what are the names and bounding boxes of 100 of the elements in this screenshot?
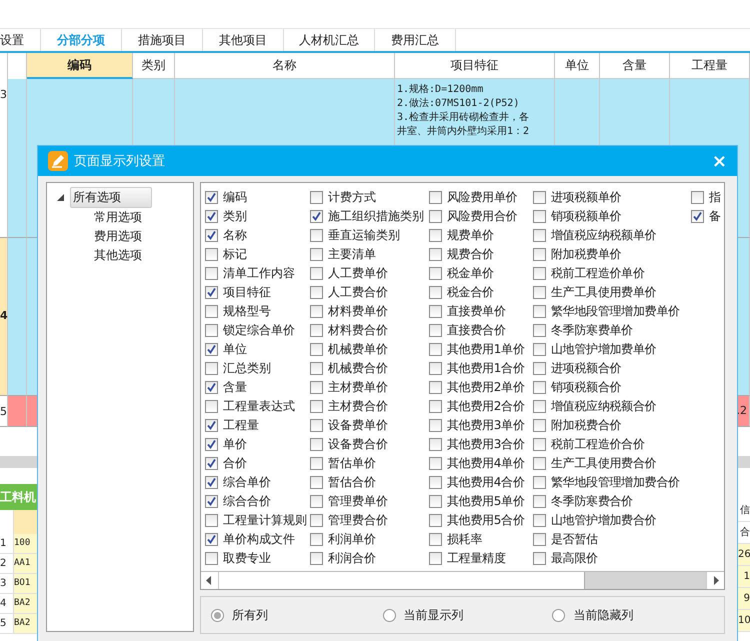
checkbox[interactable] [205,400,218,413]
checkbox[interactable] [533,362,546,375]
checkbox[interactable] [429,438,442,451]
checkbox[interactable] [429,514,442,527]
checkbox[interactable] [205,533,218,546]
option-label: 增值税应纳税额合价 [551,398,656,415]
checkbox[interactable] [533,210,546,223]
checkbox[interactable] [533,438,546,451]
checkbox[interactable] [310,514,323,527]
tree-item[interactable]: 费用选项 [92,229,144,243]
tree-item[interactable]: 其他选项 [92,248,144,262]
checkbox[interactable] [429,552,442,565]
checkbox[interactable] [205,552,218,565]
tab[interactable]: 费用汇总 [375,29,456,51]
checkbox[interactable] [533,286,546,299]
checkbox[interactable] [205,343,218,356]
tree-item[interactable]: 所有选项 [70,187,152,208]
checkbox[interactable] [310,381,323,394]
checkbox[interactable] [310,248,323,261]
checkbox[interactable] [310,324,323,337]
checkbox[interactable] [429,229,442,242]
checkbox[interactable] [205,514,218,527]
checkbox[interactable] [310,267,323,280]
checkbox[interactable] [429,495,442,508]
checkbox[interactable] [310,476,323,489]
option-label: 进项税额单价 [551,189,622,206]
checkbox[interactable] [310,552,323,565]
checkbox[interactable] [310,457,323,470]
checkbox[interactable] [205,210,218,223]
checkbox[interactable] [533,476,546,489]
checkbox[interactable] [533,343,546,356]
checkbox[interactable] [533,400,546,413]
checkbox[interactable] [429,457,442,470]
checkbox[interactable] [429,267,442,280]
checkbox[interactable] [429,324,442,337]
checkbox[interactable] [429,343,442,356]
horizontal-scrollbar[interactable] [201,571,724,589]
checkbox[interactable] [205,495,218,508]
checkbox[interactable] [205,286,218,299]
option-label: 损耗率 [447,531,482,548]
checkbox[interactable] [691,191,704,204]
checkbox[interactable] [691,210,704,223]
checkbox[interactable] [205,362,218,375]
checkbox[interactable] [310,286,323,299]
checkbox[interactable] [205,305,218,318]
checkbox[interactable] [310,495,323,508]
checkbox[interactable] [429,400,442,413]
checkbox[interactable] [205,457,218,470]
checkbox[interactable] [310,400,323,413]
radio-button[interactable] [552,608,566,622]
checkbox[interactable] [310,229,323,242]
checkbox[interactable] [533,533,546,546]
checkbox[interactable] [429,191,442,204]
expand-icon[interactable] [57,194,64,201]
checkbox[interactable] [429,210,442,223]
checkbox[interactable] [310,533,323,546]
checkbox[interactable] [533,457,546,470]
checkbox[interactable] [429,305,442,318]
checkbox[interactable] [205,438,218,451]
checkbox[interactable] [205,267,218,280]
radio-button[interactable] [211,608,224,622]
checkbox[interactable] [205,381,218,394]
checkbox[interactable] [429,286,442,299]
checkbox[interactable] [533,191,546,204]
checkbox[interactable] [533,514,546,527]
tab[interactable]: 措施项目 [122,29,203,51]
checkbox[interactable] [429,476,442,489]
tab[interactable]: 设置 [0,29,41,51]
tab[interactable]: 人材机汇总 [284,29,375,51]
checkbox[interactable] [429,419,442,432]
checkbox[interactable] [205,191,218,204]
checkbox[interactable] [310,419,323,432]
checkbox[interactable] [533,305,546,318]
checkbox[interactable] [310,191,323,204]
checkbox[interactable] [205,419,218,432]
checkbox[interactable] [533,495,546,508]
checkbox[interactable] [205,476,218,489]
checkbox[interactable] [429,381,442,394]
checkbox[interactable] [310,362,323,375]
checkbox[interactable] [205,248,218,261]
radio-button[interactable] [382,608,396,622]
checkbox[interactable] [310,438,323,451]
checkbox[interactable] [533,381,546,394]
checkbox[interactable] [310,305,323,318]
checkbox[interactable] [533,229,546,242]
checkbox[interactable] [533,552,546,565]
checkbox[interactable] [310,343,323,356]
option-label: 规费合价 [447,246,494,263]
checkbox[interactable] [533,248,546,261]
tab[interactable]: 其他项目 [203,29,284,51]
checkbox[interactable] [429,248,442,261]
checkbox[interactable] [429,362,442,375]
checkbox[interactable] [205,229,218,242]
tree-item[interactable]: 常用选项 [92,210,144,224]
checkbox[interactable] [429,533,442,546]
checkbox[interactable] [205,324,218,337]
checkbox[interactable] [533,267,546,280]
checkbox[interactable] [310,210,323,223]
checkbox[interactable] [533,419,546,432]
checkbox[interactable] [533,324,546,337]
